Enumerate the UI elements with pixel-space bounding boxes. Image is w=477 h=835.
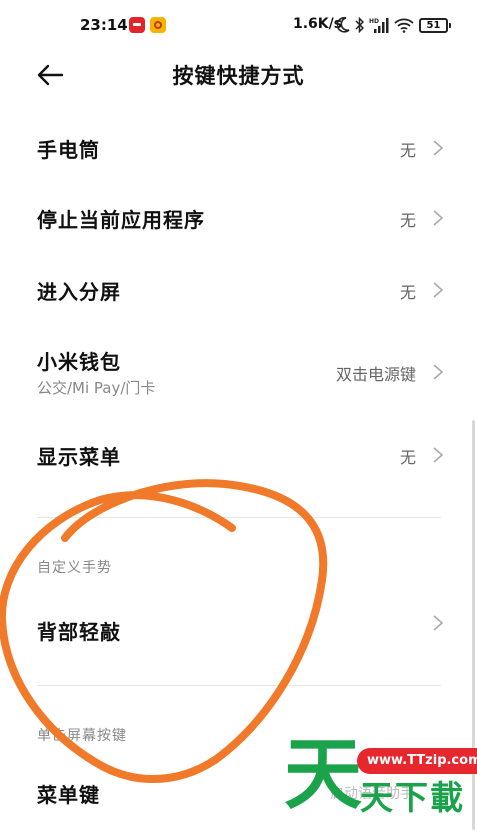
bluetooth-icon <box>355 17 364 33</box>
setting-row-split-screen[interactable]: 进入分屏 无 <box>0 260 477 320</box>
chevron-right-icon <box>433 447 444 463</box>
wifi-icon <box>394 18 414 33</box>
setting-row-mi-wallet[interactable]: 小米钱包 公交/Mi Pay/门卡 双击电源键 <box>0 336 477 406</box>
row-value: 无 <box>399 141 416 160</box>
chevron-right-icon <box>433 210 444 226</box>
news-app-notification-icon <box>129 17 145 33</box>
setting-row-stop-app[interactable]: 停止当前应用程序 无 <box>0 188 477 248</box>
chevron-right-icon <box>433 364 444 380</box>
row-title: 菜单键 <box>37 783 100 807</box>
weibo-notification-icon <box>150 17 166 33</box>
chevron-right-icon <box>433 140 444 156</box>
header: 按键快捷方式 <box>0 52 477 98</box>
section-label-screen-buttons: 单击屏幕按键 <box>37 728 127 744</box>
moon-icon <box>337 17 350 33</box>
battery-indicator: 51 <box>419 17 451 33</box>
signal-icon: HD <box>369 18 389 33</box>
row-title: 显示菜单 <box>37 445 121 469</box>
row-title: 停止当前应用程序 <box>37 208 205 232</box>
chevron-right-icon <box>433 615 444 631</box>
status-bar: 23:14 1.6K/s HD 51 <box>0 0 477 52</box>
setting-row-back-tap[interactable]: 背部轻敲 <box>0 600 477 660</box>
row-title: 小米钱包 <box>37 350 121 374</box>
row-value: 无 <box>399 448 416 467</box>
watermark-url: www.TTzip.com <box>357 748 477 774</box>
page-title: 按键快捷方式 <box>172 64 305 88</box>
setting-row-show-menu[interactable]: 显示菜单 无 <box>0 425 477 485</box>
watermark-text: 天下載 <box>360 778 465 817</box>
chevron-right-icon <box>433 282 444 298</box>
row-title: 手电筒 <box>37 138 100 162</box>
row-value: 双击电源键 <box>335 365 416 384</box>
row-title: 进入分屏 <box>37 280 121 304</box>
section-label-custom-gesture: 自定义手势 <box>37 560 112 576</box>
hd-label: HD <box>369 18 379 25</box>
status-time: 23:14 <box>80 16 128 34</box>
network-speed: 1.6K/s <box>293 16 343 32</box>
section-divider <box>37 685 441 686</box>
watermark-char: 天 <box>284 730 363 820</box>
row-title: 背部轻敲 <box>37 620 121 644</box>
row-value: 无 <box>399 283 416 302</box>
status-icons: HD 51 <box>337 14 451 36</box>
row-value: 无 <box>399 211 416 230</box>
setting-row-flashlight[interactable]: 手电筒 无 <box>0 118 477 178</box>
section-divider <box>37 517 441 518</box>
watermark-logo: 天 www.TTzip.com 天下載 <box>284 736 477 822</box>
row-subtitle: 公交/Mi Pay/门卡 <box>37 379 156 397</box>
